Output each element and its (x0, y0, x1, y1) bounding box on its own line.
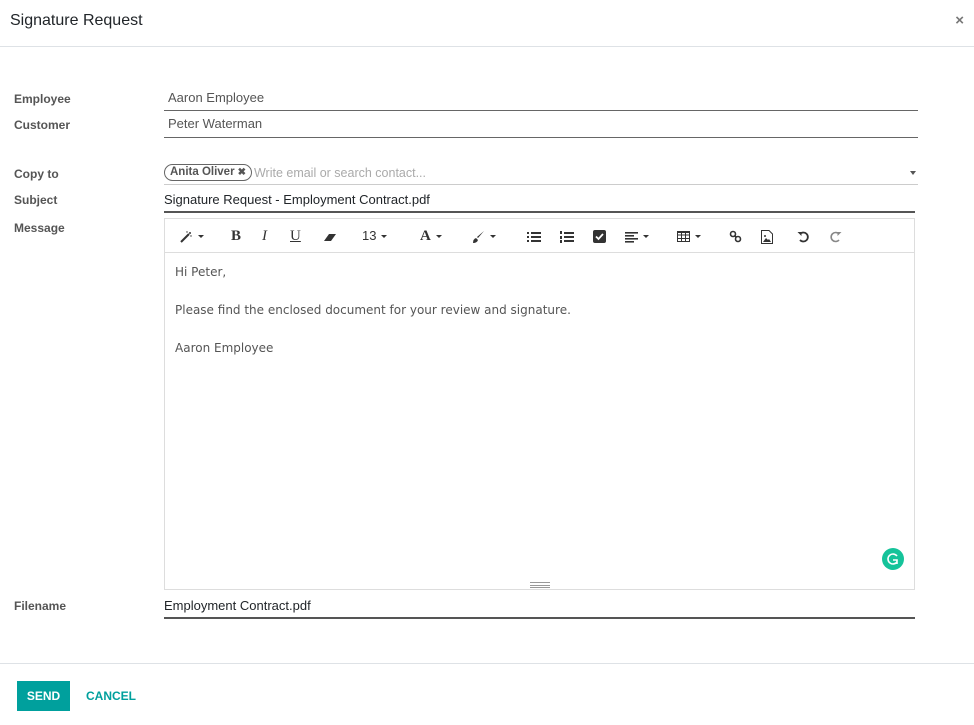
dialog-footer: SEND CANCEL (0, 663, 974, 725)
contact-tag: Anita Oliver ✖ (164, 164, 252, 182)
employee-field[interactable]: Aaron Employee (164, 90, 918, 111)
ordered-list-icon[interactable] (560, 227, 574, 245)
customer-label: Customer (14, 118, 71, 132)
send-button[interactable]: SEND (17, 681, 70, 711)
message-label: Message (14, 221, 65, 235)
link-icon[interactable] (729, 227, 742, 245)
copy-to-field[interactable]: Anita Oliver ✖ Write email or search conta… (164, 164, 918, 185)
customer-field[interactable]: Peter Waterman (164, 116, 918, 138)
message-line: Please find the enclosed document for yo… (175, 303, 571, 317)
image-icon[interactable] (761, 227, 773, 245)
editor-toolbar: B I U 13 A (165, 219, 914, 253)
copy-to-label: Copy to (14, 167, 59, 181)
message-line: Hi Peter, (175, 265, 227, 279)
employee-label: Employee (14, 92, 71, 106)
bold-button[interactable]: B (231, 227, 241, 245)
font-color-dropdown[interactable]: A (420, 227, 442, 245)
message-body[interactable]: Hi Peter, Please find the enclosed docum… (175, 264, 571, 378)
close-icon[interactable]: × (955, 12, 964, 29)
undo-icon[interactable] (797, 227, 810, 245)
eraser-icon[interactable] (323, 227, 337, 245)
unordered-list-icon[interactable] (527, 227, 541, 245)
copy-to-input[interactable]: Write email or search contact... (254, 166, 426, 180)
resize-handle[interactable] (530, 582, 550, 588)
dropdown-caret-icon[interactable] (910, 171, 916, 175)
message-line: Aaron Employee (175, 341, 274, 355)
redo-icon[interactable] (829, 227, 842, 245)
filename-label: Filename (14, 599, 67, 613)
table-dropdown[interactable] (677, 227, 701, 245)
magic-wand-icon[interactable] (179, 227, 204, 245)
subject-field[interactable]: Signature Request - Employment Contract.… (164, 192, 915, 213)
grammarly-icon[interactable] (882, 548, 904, 570)
underline-button[interactable]: U (290, 227, 301, 245)
font-size-dropdown[interactable]: 13 (362, 227, 388, 245)
message-editor[interactable]: B I U 13 A Hi Peter, Please find the enc… (164, 218, 915, 590)
remove-tag-icon[interactable]: ✖ (238, 167, 246, 178)
filename-field[interactable]: Employment Contract.pdf (164, 598, 915, 619)
subject-label: Subject (14, 193, 58, 207)
dialog-header: Signature Request × (0, 0, 974, 47)
dialog-title: Signature Request (10, 12, 143, 29)
align-dropdown[interactable] (625, 227, 649, 245)
checklist-icon[interactable] (593, 227, 606, 245)
cancel-button[interactable]: CANCEL (86, 681, 136, 711)
paint-brush-icon[interactable] (471, 227, 496, 245)
italic-button[interactable]: I (262, 227, 267, 245)
